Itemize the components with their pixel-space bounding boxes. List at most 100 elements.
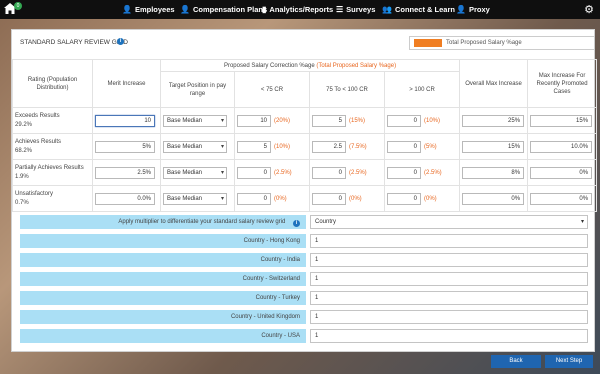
mid-input[interactable]: 0: [312, 192, 346, 205]
nav-label: Surveys: [346, 5, 376, 14]
rating-distribution: 68.2%: [15, 147, 33, 154]
nav-label: Proxy: [468, 5, 490, 14]
target-select[interactable]: Base Median: [163, 140, 227, 153]
multiplier-country-label: Country - Turkey: [20, 291, 306, 305]
rating-distribution: 29.2%: [15, 121, 33, 128]
multiplier-select[interactable]: Country: [310, 215, 588, 229]
merit-input[interactable]: 0.0%: [95, 192, 155, 205]
notification-badge[interactable]: 0: [14, 2, 22, 10]
multiplier-value-input[interactable]: 1: [310, 234, 588, 248]
mid-total: (0%): [349, 195, 362, 202]
overall-input[interactable]: 8%: [462, 166, 525, 179]
nav-compensation-plans[interactable]: 👤 Compensation Plans: [180, 0, 267, 19]
target-select[interactable]: Base Median: [163, 166, 227, 179]
rating-name: Partially Achieves Results: [15, 164, 84, 171]
nav-label: Connect & Learn: [394, 5, 455, 14]
header-gt100: > 100 CR: [383, 71, 461, 108]
nav-label: Employees: [134, 5, 175, 14]
person-icon: 👤: [180, 5, 190, 14]
list-item: Country - India 1: [12, 253, 596, 267]
nav-proxy[interactable]: 👤 Proxy: [456, 0, 490, 19]
multiplier-section: Apply multiplier to differentiate your s…: [12, 215, 596, 348]
promoted-input[interactable]: 0%: [530, 192, 593, 205]
mid-input[interactable]: 0: [312, 166, 346, 179]
overall-input[interactable]: 25%: [462, 114, 525, 127]
header-merit: Merit Increase: [92, 59, 161, 108]
rating-distribution: 0.7%: [15, 199, 29, 206]
table-row: Unsatisfactory 0.7% 0.0% Base Median 0(0…: [12, 185, 598, 212]
multiplier-value-input[interactable]: 1: [310, 253, 588, 267]
multiplier-value-input[interactable]: 1: [310, 272, 588, 286]
nav-connect-learn[interactable]: 👥 Connect & Learn: [382, 0, 455, 19]
header-correction-total: (Total Proposed Salary %age): [316, 62, 397, 69]
promoted-input[interactable]: 10.0%: [530, 140, 593, 153]
header-mid: 75 To < 100 CR: [309, 71, 385, 108]
multiplier-country-label: Country - United Kingdom: [20, 310, 306, 324]
target-select[interactable]: Base Median: [163, 192, 227, 205]
next-step-button[interactable]: Next Step: [545, 355, 593, 368]
gt100-total: (2.5%): [424, 169, 442, 176]
bar-chart-icon: ▮: [262, 5, 267, 14]
mid-total: (2.5%): [349, 169, 367, 176]
lt75-total: (20%): [274, 117, 291, 124]
people-icon: 👥: [382, 5, 392, 14]
gt100-input[interactable]: 0: [387, 192, 421, 205]
gt100-input[interactable]: 0: [387, 166, 421, 179]
gt100-input[interactable]: 0: [387, 114, 421, 127]
target-select[interactable]: Base Median: [163, 114, 227, 127]
nav-analytics-reports[interactable]: ▮ Analytics/Reports: [262, 0, 333, 19]
nav-employees[interactable]: 👤 Employees: [122, 0, 175, 19]
gear-icon[interactable]: ⚙: [584, 3, 594, 16]
lt75-input[interactable]: 0: [237, 192, 271, 205]
nav-label: Compensation Plans: [192, 5, 268, 14]
multiplier-value-input[interactable]: 1: [310, 291, 588, 305]
lt75-input[interactable]: 5: [237, 140, 271, 153]
info-icon[interactable]: i: [117, 38, 124, 45]
overall-input[interactable]: 0%: [462, 192, 525, 205]
multiplier-country-label: Country - Switzerland: [20, 272, 306, 286]
merit-input[interactable]: 10: [95, 114, 155, 127]
mid-total: (15%): [349, 117, 366, 124]
salary-review-panel: STANDARD SALARY REVIEW GRID i Total Prop…: [11, 29, 598, 352]
lt75-total: (10%): [274, 143, 291, 150]
nav-surveys[interactable]: ☰ Surveys: [336, 0, 375, 19]
gt100-total: (0%): [424, 195, 437, 202]
info-icon[interactable]: i: [293, 220, 300, 227]
nav-label: Analytics/Reports: [269, 5, 334, 14]
rating-name: Exceeds Results: [15, 112, 60, 119]
overall-input[interactable]: 15%: [462, 140, 525, 153]
rating-distribution: 1.9%: [15, 173, 29, 180]
person-icon: 👤: [456, 5, 466, 14]
merit-input[interactable]: 2.5%: [95, 166, 155, 179]
list-item: Country - Hong Kong 1: [12, 234, 596, 248]
promoted-input[interactable]: 15%: [530, 114, 593, 127]
multiplier-label: Apply multiplier to differentiate your s…: [20, 215, 306, 229]
table-row: Achieves Results 68.2% 5% Base Median 5(…: [12, 133, 598, 160]
multiplier-country-label: Country - India: [20, 253, 306, 267]
multiplier-country-label: Country - USA: [20, 329, 306, 343]
lt75-total: (2.5%): [274, 169, 292, 176]
header-target: Target Position in pay range: [160, 71, 235, 108]
promoted-input[interactable]: 0%: [530, 166, 593, 179]
back-button[interactable]: Back: [491, 355, 541, 368]
list-item: Country - United Kingdom 1: [12, 310, 596, 324]
header-overall: Overall Max Increase: [459, 59, 529, 108]
mid-input[interactable]: 2.5: [312, 140, 346, 153]
multiplier-value-input[interactable]: 1: [310, 329, 588, 343]
header-lt75: < 75 CR: [234, 71, 310, 108]
lt75-input[interactable]: 10: [237, 114, 271, 127]
gt100-total: (5%): [424, 143, 437, 150]
mid-total: (7.5%): [349, 143, 367, 150]
mid-input[interactable]: 5: [312, 114, 346, 127]
gt100-input[interactable]: 0: [387, 140, 421, 153]
lt75-input[interactable]: 0: [237, 166, 271, 179]
list-item: Country - USA 1: [12, 329, 596, 343]
multiplier-country-label: Country - Hong Kong: [20, 234, 306, 248]
legend-box: Total Proposed Salary %age: [409, 36, 595, 50]
header-rating: Rating (Population Distribution): [12, 59, 93, 108]
merit-input[interactable]: 5%: [95, 140, 155, 153]
list-item: Country - Turkey 1: [12, 291, 596, 305]
legend-label: Total Proposed Salary %age: [446, 40, 522, 46]
multiplier-label-text: Apply multiplier to differentiate your s…: [118, 219, 286, 225]
multiplier-value-input[interactable]: 1: [310, 310, 588, 324]
